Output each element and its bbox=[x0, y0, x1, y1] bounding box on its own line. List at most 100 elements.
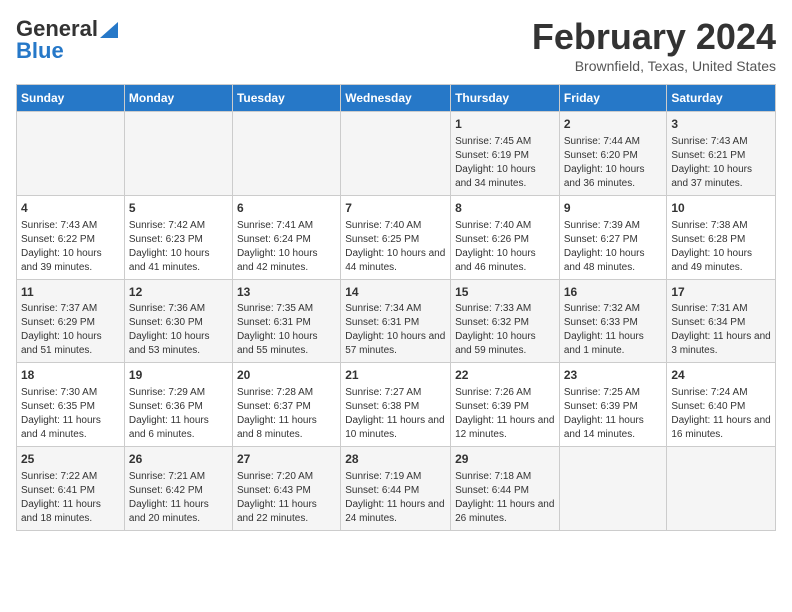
day-number: 12 bbox=[129, 284, 228, 301]
day-info: Sunset: 6:40 PM bbox=[671, 400, 771, 414]
day-info: Daylight: 11 hours and 16 minutes. bbox=[671, 414, 771, 442]
day-info: Daylight: 10 hours and 59 minutes. bbox=[455, 330, 555, 358]
day-info: Daylight: 11 hours and 26 minutes. bbox=[455, 498, 555, 526]
day-info: Sunrise: 7:45 AM bbox=[455, 135, 555, 149]
day-info: Sunrise: 7:27 AM bbox=[345, 386, 446, 400]
day-info: Sunrise: 7:30 AM bbox=[21, 386, 120, 400]
day-info: Sunrise: 7:39 AM bbox=[564, 219, 663, 233]
day-info: Sunrise: 7:26 AM bbox=[455, 386, 555, 400]
day-info: Sunrise: 7:22 AM bbox=[21, 470, 120, 484]
day-info: Sunset: 6:21 PM bbox=[671, 149, 771, 163]
day-number: 1 bbox=[455, 116, 555, 133]
weekday-header-sunday: Sunday bbox=[17, 85, 125, 112]
day-info: Sunset: 6:42 PM bbox=[129, 484, 228, 498]
calendar-cell: 23 Sunrise: 7:25 AMSunset: 6:39 PMDayligh… bbox=[559, 363, 667, 447]
day-info: Daylight: 10 hours and 42 minutes. bbox=[237, 247, 336, 275]
day-info: Daylight: 11 hours and 14 minutes. bbox=[564, 414, 663, 442]
day-info: Sunrise: 7:32 AM bbox=[564, 302, 663, 316]
title-block: February 2024 Brownfield, Texas, United … bbox=[532, 16, 776, 74]
calendar-cell bbox=[667, 447, 776, 531]
day-info: Sunrise: 7:41 AM bbox=[237, 219, 336, 233]
day-number: 25 bbox=[21, 451, 120, 468]
day-number: 2 bbox=[564, 116, 663, 133]
calendar-week-5: 25Sunrise: 7:22 AMSunset: 6:41 PMDayligh… bbox=[17, 447, 776, 531]
calendar-cell: 10Sunrise: 7:38 AMSunset: 6:28 PMDayligh… bbox=[667, 195, 776, 279]
day-number: 26 bbox=[129, 451, 228, 468]
weekday-header-thursday: Thursday bbox=[451, 85, 560, 112]
day-info: Sunset: 6:38 PM bbox=[345, 400, 446, 414]
day-number: 17 bbox=[671, 284, 771, 301]
day-info: Sunset: 6:39 PM bbox=[564, 400, 663, 414]
day-info: Daylight: 11 hours and 1 minute. bbox=[564, 330, 663, 358]
calendar-cell bbox=[17, 112, 125, 196]
day-number: 28 bbox=[345, 451, 446, 468]
day-number: 21 bbox=[345, 367, 446, 384]
calendar-cell bbox=[232, 112, 340, 196]
calendar-cell: 7Sunrise: 7:40 AMSunset: 6:25 PMDaylight… bbox=[341, 195, 451, 279]
day-info: Daylight: 10 hours and 37 minutes. bbox=[671, 163, 771, 191]
calendar-cell: 6Sunrise: 7:41 AMSunset: 6:24 PMDaylight… bbox=[232, 195, 340, 279]
calendar-table: SundayMondayTuesdayWednesdayThursdayFrid… bbox=[16, 84, 776, 531]
day-number: 8 bbox=[455, 200, 555, 217]
day-info: Sunset: 6:34 PM bbox=[671, 316, 771, 330]
day-number: 23 bbox=[564, 367, 663, 384]
calendar-cell: 27Sunrise: 7:20 AMSunset: 6:43 PMDayligh… bbox=[232, 447, 340, 531]
calendar-cell: 8Sunrise: 7:40 AMSunset: 6:26 PMDaylight… bbox=[451, 195, 560, 279]
calendar-body: 1 Sunrise: 7:45 AMSunset: 6:19 PM Daylight… bbox=[17, 112, 776, 531]
calendar-cell: 13Sunrise: 7:35 AMSunset: 6:31 PMDayligh… bbox=[232, 279, 340, 363]
day-info: Sunset: 6:35 PM bbox=[21, 400, 120, 414]
day-info: Daylight: 10 hours and 57 minutes. bbox=[345, 330, 446, 358]
day-info: Sunrise: 7:34 AM bbox=[345, 302, 446, 316]
day-info: Sunrise: 7:35 AM bbox=[237, 302, 336, 316]
calendar-cell: 26Sunrise: 7:21 AMSunset: 6:42 PMDayligh… bbox=[124, 447, 232, 531]
calendar-week-1: 1 Sunrise: 7:45 AMSunset: 6:19 PM Daylight… bbox=[17, 112, 776, 196]
calendar-cell: 14Sunrise: 7:34 AMSunset: 6:31 PMDayligh… bbox=[341, 279, 451, 363]
day-info: Daylight: 10 hours and 48 minutes. bbox=[564, 247, 663, 275]
day-number: 3 bbox=[671, 116, 771, 133]
calendar-cell: 29Sunrise: 7:18 AMSunset: 6:44 PMDayligh… bbox=[451, 447, 560, 531]
day-info: Sunrise: 7:43 AM bbox=[21, 219, 120, 233]
day-number: 29 bbox=[455, 451, 555, 468]
day-info: Sunrise: 7:36 AM bbox=[129, 302, 228, 316]
day-info: Sunrise: 7:19 AM bbox=[345, 470, 446, 484]
day-info: Daylight: 10 hours and 44 minutes. bbox=[345, 247, 446, 275]
day-info: Sunrise: 7:25 AM bbox=[564, 386, 663, 400]
day-number: 7 bbox=[345, 200, 446, 217]
calendar-cell: 16Sunrise: 7:32 AMSunset: 6:33 PMDayligh… bbox=[559, 279, 667, 363]
calendar-week-4: 18Sunrise: 7:30 AMSunset: 6:35 PMDayligh… bbox=[17, 363, 776, 447]
day-number: 13 bbox=[237, 284, 336, 301]
day-info: Sunrise: 7:33 AM bbox=[455, 302, 555, 316]
day-info: Sunset: 6:25 PM bbox=[345, 233, 446, 247]
calendar-cell: 21 Sunrise: 7:27 AMSunset: 6:38 PMDayligh… bbox=[341, 363, 451, 447]
day-info: Daylight: 10 hours and 36 minutes. bbox=[564, 163, 663, 191]
calendar-cell: 22Sunrise: 7:26 AMSunset: 6:39 PMDayligh… bbox=[451, 363, 560, 447]
day-info: Sunrise: 7:18 AM bbox=[455, 470, 555, 484]
day-info: Sunrise: 7:38 AM bbox=[671, 219, 771, 233]
weekday-header-tuesday: Tuesday bbox=[232, 85, 340, 112]
day-info: Sunset: 6:22 PM bbox=[21, 233, 120, 247]
day-info: Sunrise: 7:29 AM bbox=[129, 386, 228, 400]
day-number: 11 bbox=[21, 284, 120, 301]
day-info: Sunset: 6:33 PM bbox=[564, 316, 663, 330]
day-info: Daylight: 10 hours and 53 minutes. bbox=[129, 330, 228, 358]
day-info: Sunset: 6:20 PM bbox=[564, 149, 663, 163]
day-info: Sunset: 6:29 PM bbox=[21, 316, 120, 330]
day-number: 22 bbox=[455, 367, 555, 384]
calendar-cell: 2Sunrise: 7:44 AMSunset: 6:20 PMDaylight… bbox=[559, 112, 667, 196]
weekday-header-saturday: Saturday bbox=[667, 85, 776, 112]
day-number: 19 bbox=[129, 367, 228, 384]
logo: General Blue bbox=[16, 16, 118, 64]
day-info: Daylight: 11 hours and 6 minutes. bbox=[129, 414, 228, 442]
day-info: Daylight: 11 hours and 10 minutes. bbox=[345, 414, 446, 442]
logo-triangle-icon bbox=[100, 20, 118, 38]
weekday-header-wednesday: Wednesday bbox=[341, 85, 451, 112]
day-info: Daylight: 10 hours and 49 minutes. bbox=[671, 247, 771, 275]
calendar-cell: 9Sunrise: 7:39 AMSunset: 6:27 PMDaylight… bbox=[559, 195, 667, 279]
weekday-header-friday: Friday bbox=[559, 85, 667, 112]
calendar-cell: 28Sunrise: 7:19 AMSunset: 6:44 PMDayligh… bbox=[341, 447, 451, 531]
day-info: Daylight: 11 hours and 18 minutes. bbox=[21, 498, 120, 526]
logo-blue: Blue bbox=[16, 38, 64, 64]
day-info: Sunset: 6:19 PM bbox=[455, 149, 555, 163]
day-number: 10 bbox=[671, 200, 771, 217]
day-info: Sunset: 6:23 PM bbox=[129, 233, 228, 247]
